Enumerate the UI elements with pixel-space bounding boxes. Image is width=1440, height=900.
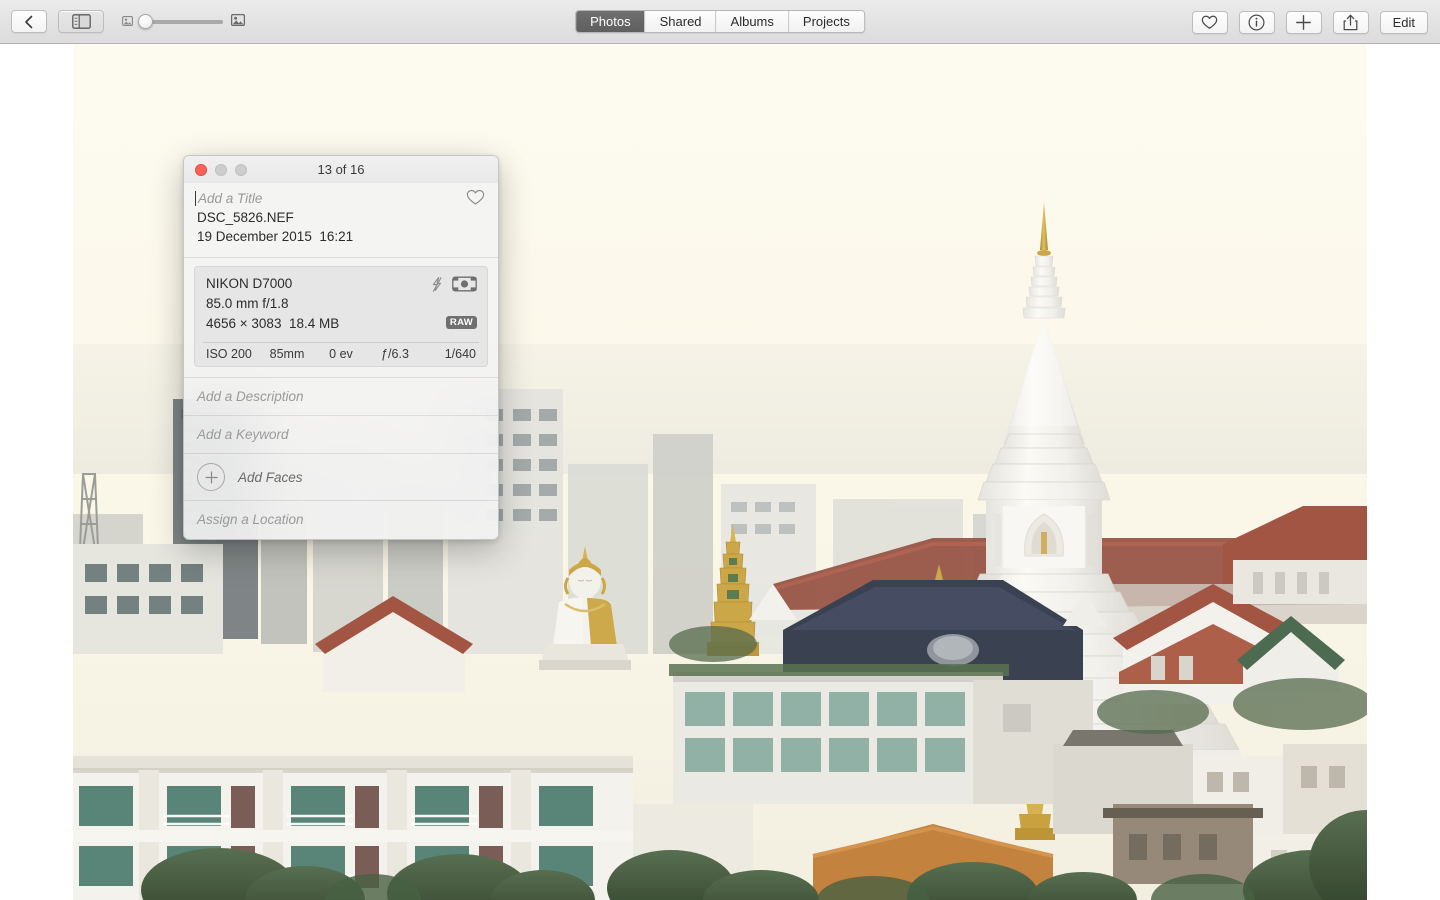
exif-shutter-speed: 1/640 <box>444 347 476 361</box>
toolbar-left-group <box>0 10 246 33</box>
keyword-input[interactable]: Add a Keyword <box>184 416 498 453</box>
image-filesize: 18.4 MB <box>288 316 340 331</box>
info-circle-icon <box>1248 13 1265 31</box>
camera-status-icons <box>431 275 477 298</box>
image-dimensions-size: 4656 × 3083 18.4 MB <box>206 314 476 334</box>
small-thumbnail-icon <box>122 13 133 31</box>
edit-button[interactable]: Edit <box>1379 10 1428 34</box>
add-faces-label: Add Faces <box>238 469 303 485</box>
view-mode-segmented-control[interactable]: Photos Shared Albums Projects <box>575 10 865 33</box>
close-button[interactable] <box>195 163 207 176</box>
heart-icon <box>1201 15 1218 30</box>
add-faces-row[interactable]: Add Faces <box>184 454 498 500</box>
slider-track[interactable] <box>138 14 223 29</box>
toolbar-right-group: Edit <box>1191 0 1428 44</box>
raw-format-badge: RAW <box>445 316 477 329</box>
plus-circle-icon[interactable] <box>197 463 225 491</box>
title-block: Add a Title DSC_5826.NEF 19 December 201… <box>184 183 498 257</box>
exif-focal-length: 85mm <box>269 347 305 361</box>
date-label: 19 December 2015 <box>197 229 312 244</box>
panel-favorite-button[interactable] <box>466 189 485 208</box>
tab-shared[interactable]: Shared <box>644 11 716 32</box>
favorite-button[interactable] <box>1191 10 1228 34</box>
app-toolbar: Photos Shared Albums Projects Edit <box>0 0 1440 44</box>
share-button[interactable] <box>1332 10 1369 34</box>
text-caret <box>195 191 196 206</box>
description-input[interactable]: Add a Description <box>184 378 498 415</box>
exif-iso: ISO 200 <box>206 347 252 361</box>
image-dimensions: 4656 × 3083 <box>206 316 282 331</box>
share-icon <box>1343 14 1358 31</box>
info-button[interactable] <box>1238 10 1275 34</box>
add-button[interactable] <box>1285 10 1322 34</box>
sidebar-toggle-button[interactable] <box>58 10 104 33</box>
location-input[interactable]: Assign a Location <box>184 501 498 539</box>
window-controls[interactable] <box>184 163 247 176</box>
title-placeholder: Add a Title <box>198 191 263 206</box>
camera-icon <box>452 275 477 298</box>
tab-photos[interactable]: Photos <box>576 11 645 32</box>
back-button[interactable] <box>11 10 47 33</box>
time-label: 16:21 <box>319 229 354 244</box>
info-panel-titlebar[interactable]: 13 of 16 <box>184 156 498 183</box>
thumbnail-size-slider[interactable] <box>122 13 246 31</box>
datetime-label: 19 December 2015 16:21 <box>197 227 485 246</box>
edit-button-label: Edit <box>1392 14 1415 30</box>
sidebar-toggle-icon <box>71 14 91 29</box>
title-input[interactable]: Add a Title <box>195 189 485 208</box>
slider-knob[interactable] <box>138 14 153 29</box>
tab-projects[interactable]: Projects <box>787 11 864 32</box>
camera-info-card: NIKON D7000 85.0 mm f/1.8 4656 × 3083 18… <box>194 266 488 367</box>
flash-off-icon <box>431 276 443 298</box>
photo-info-panel[interactable]: 13 of 16 Add a Title DSC_5826.NEF 19 Dec… <box>183 155 499 540</box>
tab-albums[interactable]: Albums <box>715 11 788 32</box>
exif-exposure-bias: 0 ev <box>329 347 353 361</box>
large-thumbnail-icon <box>230 13 246 31</box>
divider <box>184 257 498 258</box>
exif-aperture: ƒ/6.3 <box>381 347 409 361</box>
chevron-left-icon <box>22 14 36 30</box>
zoom-button[interactable] <box>235 163 247 176</box>
filename-label: DSC_5826.NEF <box>197 210 294 225</box>
exif-row: ISO 200 85mm 0 ev ƒ/6.3 1/640 <box>195 343 487 366</box>
minimize-button[interactable] <box>215 163 227 176</box>
toolbox-icon <box>1312 874 1338 896</box>
plus-icon <box>1295 14 1312 31</box>
